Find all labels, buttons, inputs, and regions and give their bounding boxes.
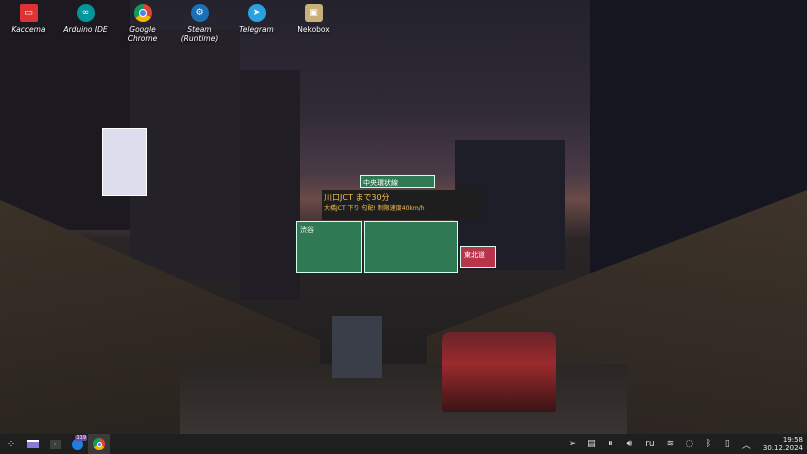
desktop-icon-nekobox[interactable]: ▣ Nekobox <box>285 4 342 43</box>
bluetooth-icon[interactable]: ᛒ <box>700 439 717 449</box>
chrome-icon <box>93 438 105 450</box>
desktop-icon-kaccema[interactable]: ▭ Kaccema <box>0 4 57 43</box>
icon-label: Steam (Runtime) <box>180 25 219 43</box>
desktop-icon-chrome[interactable]: Google Chrome <box>114 4 171 43</box>
desktop-icon-steam[interactable]: ⚙ Steam (Runtime) <box>171 4 228 43</box>
folder-icon <box>27 440 39 448</box>
wallpaper-sign: 川口JCT まで30分 <box>324 193 390 202</box>
desktop-icon-telegram[interactable]: ➤ Telegram <box>228 4 285 43</box>
unread-badge: 119 <box>75 435 87 441</box>
steam-icon: ⚙ <box>190 4 209 22</box>
icon-label: Kaccema <box>11 25 46 34</box>
terminal-icon: › <box>49 439 61 449</box>
telegram-icon: ➤ <box>247 4 266 22</box>
wallpaper-sign: 中央環状線 <box>360 175 435 188</box>
telegram-tray-icon[interactable]: ➢ <box>564 439 581 449</box>
arduino-icon: ∞ <box>76 4 95 22</box>
wallpaper-sign: 大橋JCT 下り 匂配! 制限速度40km/h <box>324 205 425 212</box>
taskbar: ⁘ › 119 ➢ ▤ ⏸ 🔊︎ ru ≋ ◌ ᛒ ▯ ︿ 19:58 30.12… <box>0 434 807 454</box>
taskbar-thunderbird[interactable]: 119 <box>66 434 88 454</box>
wallpaper-sign: 東北道 <box>460 246 496 268</box>
clock-date: 30.12.2024 <box>762 444 803 452</box>
clock[interactable]: 19:58 30.12.2024 <box>757 436 807 452</box>
icon-label: Arduino IDE <box>63 25 108 34</box>
chevron-up-icon[interactable]: ︿ <box>738 438 755 451</box>
icon-label: Google Chrome <box>127 25 158 43</box>
wallpaper-sign: 渋谷 <box>296 221 362 273</box>
wifi-icon[interactable]: ≋ <box>662 439 679 449</box>
cassette-icon: ▭ <box>19 4 38 22</box>
chrome-icon <box>133 4 152 22</box>
desktop-icons: ▭ Kaccema ∞ Arduino IDE Google Chrome ⚙ Ste… <box>0 4 342 43</box>
taskbar-file-manager[interactable] <box>22 434 44 454</box>
icon-label: Nekobox <box>297 25 330 34</box>
volume-icon[interactable]: 🔊︎ <box>621 439 638 449</box>
launcher-icon: ⁘ <box>6 438 16 450</box>
taskbar-chrome[interactable] <box>88 434 110 454</box>
nekobox-icon: ▣ <box>304 4 323 22</box>
clock-time: 19:58 <box>782 436 803 444</box>
icon-label: Telegram <box>239 25 274 34</box>
taskbar-terminal[interactable]: › <box>44 434 66 454</box>
system-tray: ➢ ▤ ⏸ 🔊︎ ru ≋ ◌ ᛒ ▯ ︿ 19:58 30.12.2024 <box>564 436 807 452</box>
media-pause-icon[interactable]: ⏸ <box>602 439 619 449</box>
battery-icon[interactable]: ▯ <box>719 439 736 449</box>
keyboard-layout[interactable]: ru <box>640 439 660 449</box>
app-launcher-button[interactable]: ⁘ <box>0 434 22 454</box>
vpn-icon[interactable]: ◌ <box>681 439 698 449</box>
clipboard-icon[interactable]: ▤ <box>583 439 600 449</box>
desktop-wallpaper: 中央環状線 川口JCT まで30分 大橋JCT 下り 匂配! 制限速度40km/… <box>0 0 807 434</box>
desktop-icon-arduino[interactable]: ∞ Arduino IDE <box>57 4 114 43</box>
